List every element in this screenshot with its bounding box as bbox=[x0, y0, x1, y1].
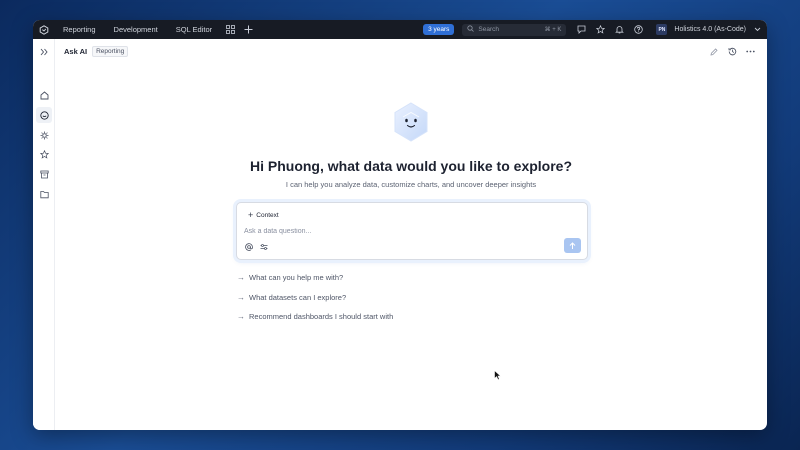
mention-at-icon[interactable] bbox=[243, 241, 255, 253]
left-sidebar bbox=[33, 39, 55, 430]
context-tag[interactable]: Reporting bbox=[92, 46, 129, 57]
suggestion-item[interactable]: → What datasets can I explore? bbox=[237, 291, 346, 303]
ask-ai-icon[interactable] bbox=[36, 107, 52, 123]
search-shortcut: ⌘ + K bbox=[544, 27, 562, 33]
home-icon[interactable] bbox=[36, 87, 52, 103]
suggestion-item[interactable]: → Recommend dashboards I should start wi… bbox=[237, 310, 393, 322]
search-placeholder: Search bbox=[478, 26, 500, 33]
chevron-down-icon[interactable] bbox=[750, 20, 764, 39]
apps-grid-icon[interactable] bbox=[221, 20, 239, 39]
bell-icon[interactable] bbox=[610, 20, 629, 39]
archive-icon[interactable] bbox=[36, 166, 52, 182]
nav-development[interactable]: Development bbox=[105, 20, 167, 39]
settings-sliders-icon[interactable] bbox=[258, 241, 270, 253]
mouse-cursor-icon bbox=[494, 368, 502, 381]
suggestion-label: What datasets can I explore? bbox=[249, 292, 347, 302]
arrow-right-icon: → bbox=[237, 272, 245, 282]
page-title: Ask AI bbox=[64, 47, 88, 56]
folder-icon[interactable] bbox=[36, 186, 52, 202]
star-icon[interactable] bbox=[591, 20, 610, 39]
search-icon bbox=[467, 25, 475, 34]
suggestion-item[interactable]: → What can you help me with? bbox=[237, 271, 343, 283]
chat-icon[interactable] bbox=[572, 20, 591, 39]
plus-icon: + bbox=[248, 209, 254, 220]
nav-reporting[interactable]: Reporting bbox=[54, 20, 105, 39]
nav-sql-editor[interactable]: SQL Editor bbox=[167, 20, 221, 39]
more-options-icon[interactable] bbox=[741, 44, 759, 59]
history-icon[interactable] bbox=[723, 44, 741, 59]
expand-sidebar-icon[interactable] bbox=[36, 44, 52, 60]
greeting-subtitle: I can help you analyze data, customize c… bbox=[285, 180, 537, 189]
send-button[interactable] bbox=[564, 238, 581, 253]
suggestion-label: Recommend dashboards I should start with bbox=[249, 311, 394, 321]
help-icon[interactable] bbox=[629, 20, 648, 39]
chat-input[interactable] bbox=[244, 225, 544, 237]
arrow-up-icon bbox=[569, 241, 576, 249]
page-header: Ask AI Reporting bbox=[55, 39, 767, 64]
time-range-badge[interactable]: 3 years bbox=[423, 24, 455, 35]
workspace-name[interactable]: Holistics 4.0 (As-Code) bbox=[674, 26, 746, 33]
add-context-button[interactable]: + Context bbox=[244, 209, 283, 221]
chat-input-box[interactable]: + Context bbox=[236, 202, 588, 260]
greeting-heading: Hi Phuong, what data would you like to e… bbox=[249, 158, 573, 174]
app-window: Reporting Development SQL Editor 3 years… bbox=[33, 20, 767, 430]
avatar[interactable]: PN bbox=[656, 24, 668, 35]
explore-icon[interactable] bbox=[36, 127, 52, 143]
header-actions bbox=[705, 44, 759, 59]
suggestion-label: What can you help me with? bbox=[249, 272, 344, 282]
ai-mascot-icon bbox=[392, 100, 430, 146]
app-logo-icon[interactable] bbox=[33, 20, 54, 39]
new-chat-edit-icon[interactable] bbox=[705, 44, 723, 59]
top-bar: Reporting Development SQL Editor 3 years… bbox=[33, 20, 767, 39]
favorites-star-icon[interactable] bbox=[36, 146, 52, 162]
search-box[interactable]: Search ⌘ + K bbox=[462, 23, 567, 36]
add-context-label: Context bbox=[256, 211, 279, 219]
arrow-right-icon: → bbox=[237, 292, 245, 302]
arrow-right-icon: → bbox=[237, 311, 245, 321]
add-tab-icon[interactable] bbox=[239, 20, 257, 39]
